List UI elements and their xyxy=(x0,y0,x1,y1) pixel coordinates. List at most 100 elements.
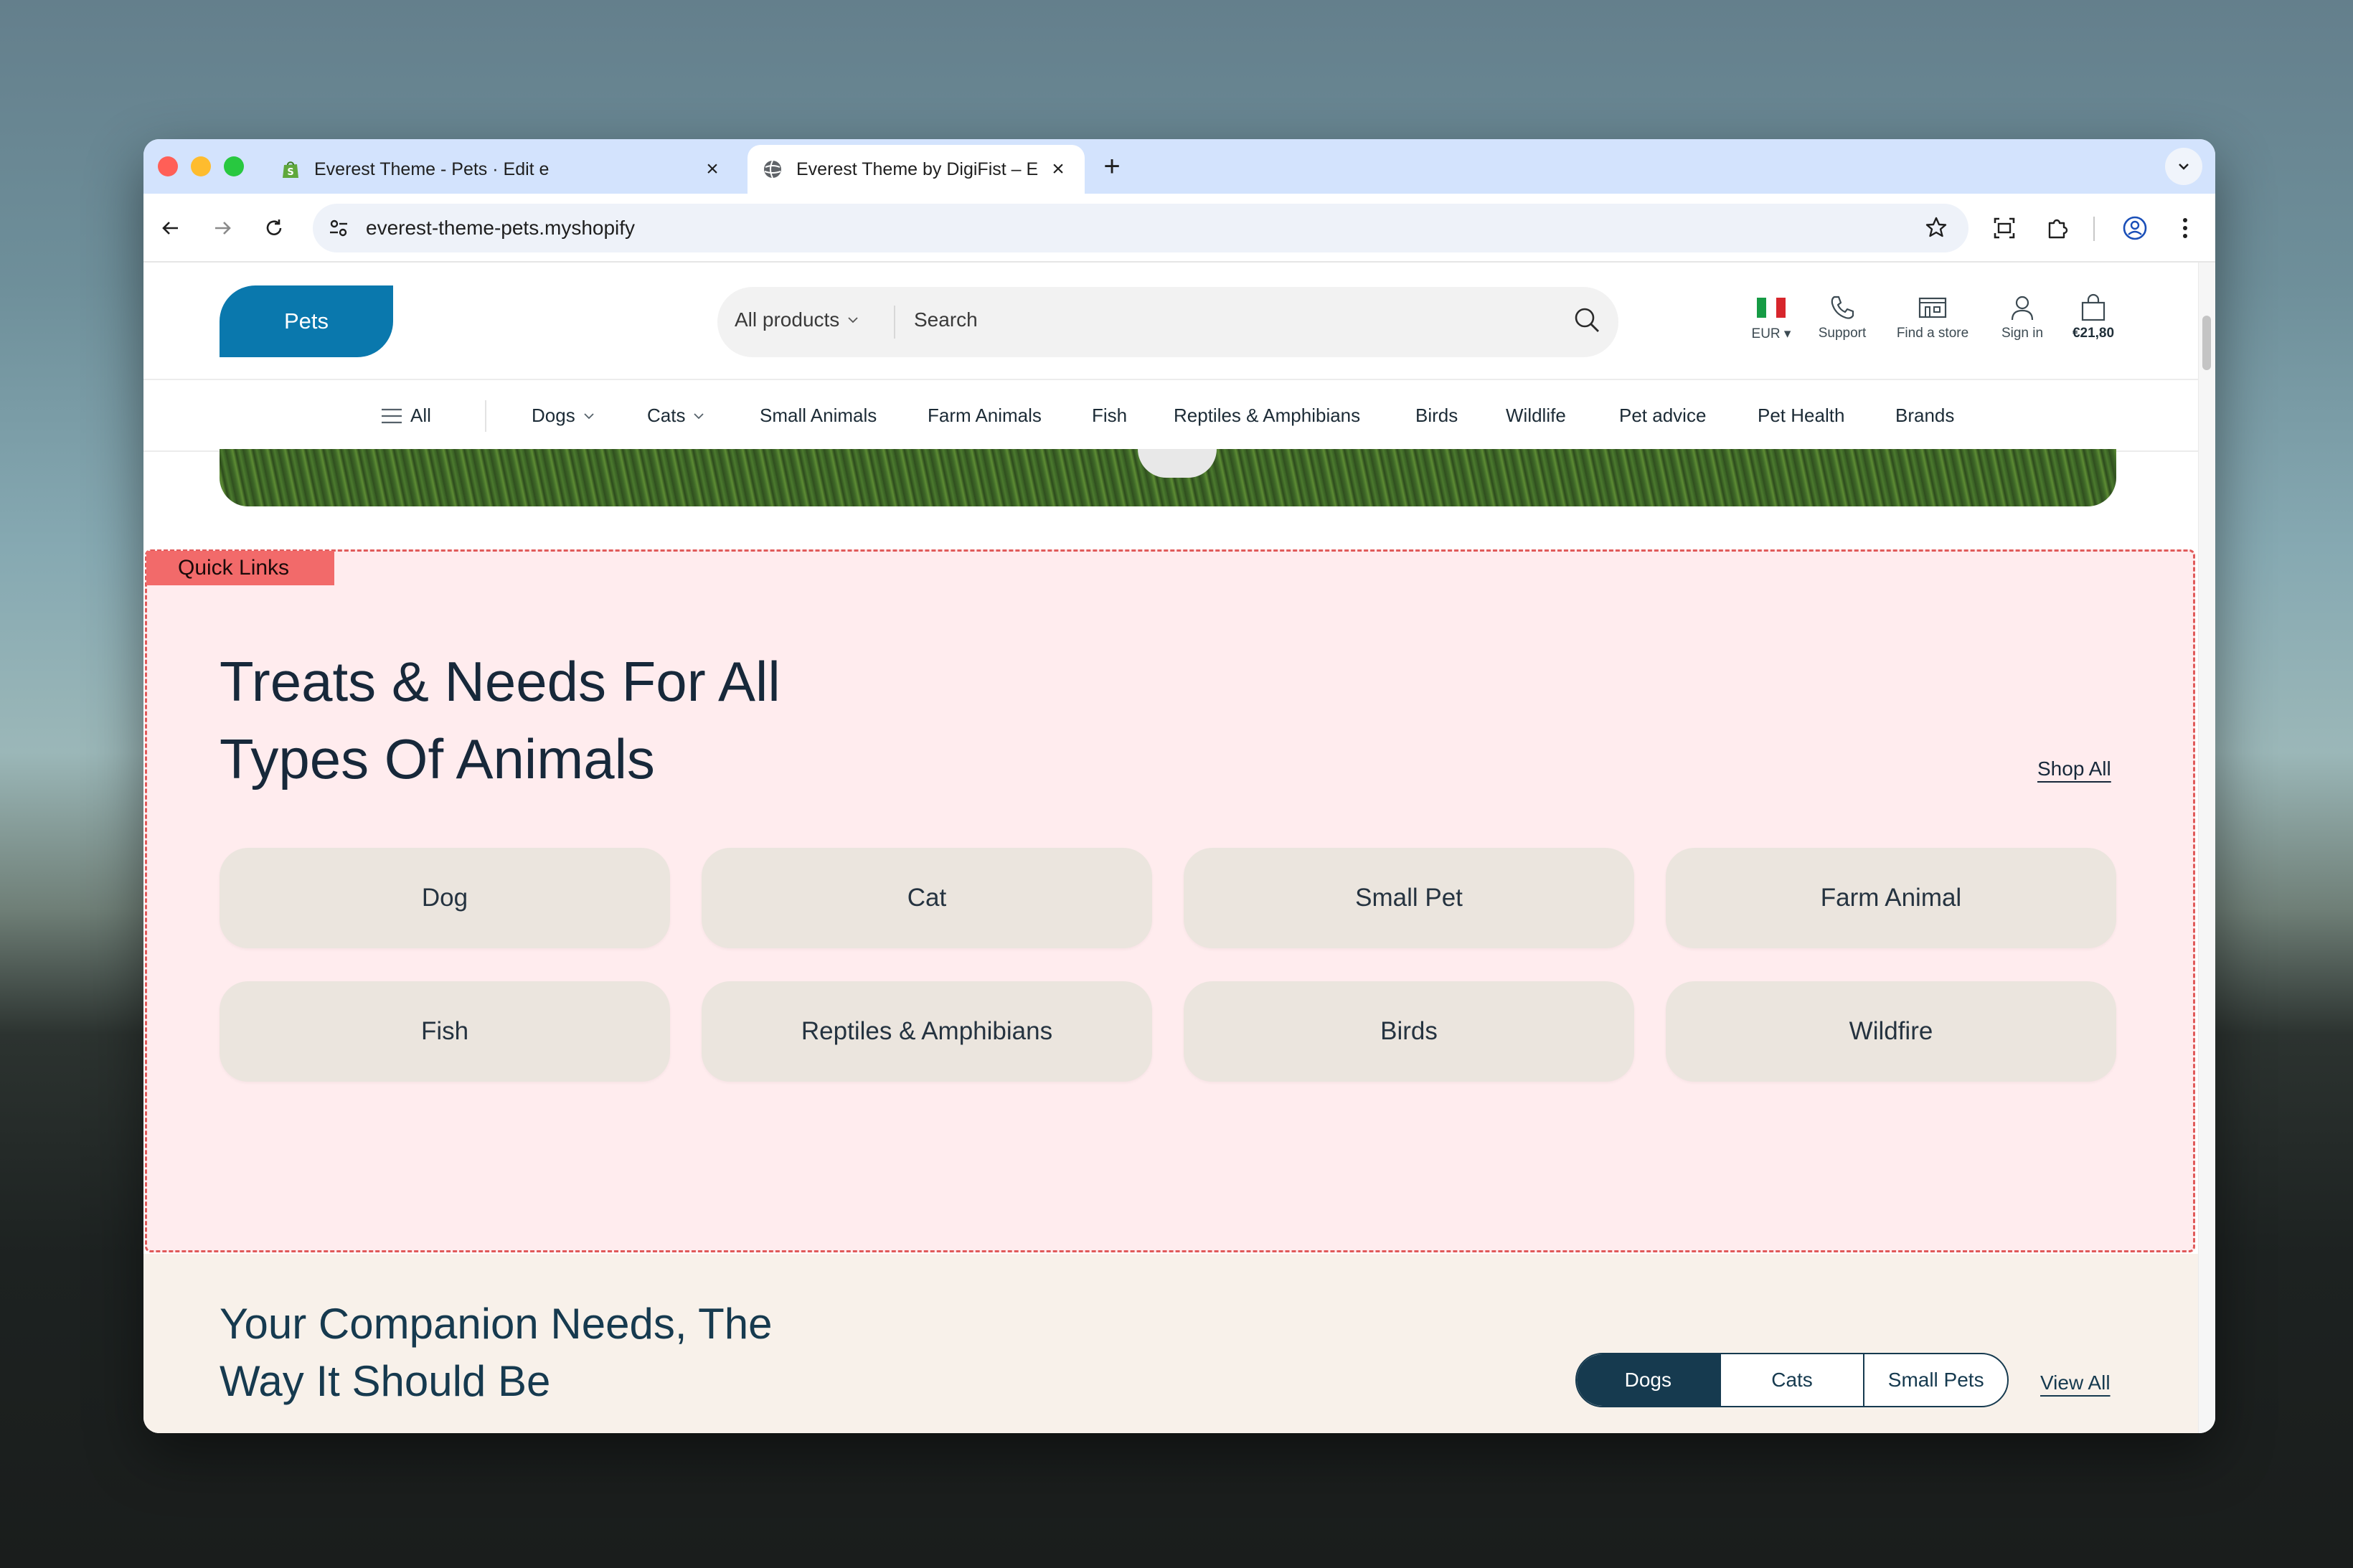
search-category-select[interactable]: All products xyxy=(735,308,859,331)
nav-item-wildlife[interactable]: Wildlife xyxy=(1506,405,1566,427)
find-store-label: Find a store xyxy=(1896,326,1969,341)
nav-all-menu[interactable]: All xyxy=(380,405,431,427)
bookmark-star-icon[interactable] xyxy=(1924,215,1948,240)
shopping-bag-icon xyxy=(2081,293,2106,321)
chevron-down-icon xyxy=(584,412,594,419)
cart-total: €21,80 xyxy=(2072,326,2115,341)
tab-cats[interactable]: Cats xyxy=(1721,1354,1865,1406)
store-icon xyxy=(1918,297,1947,318)
nav-item-small-animals[interactable]: Small Animals xyxy=(760,405,877,427)
extensions-button[interactable] xyxy=(2039,209,2076,247)
nav-item-dogs[interactable]: Dogs xyxy=(532,405,595,427)
chevron-down-icon xyxy=(848,317,858,323)
browser-toolbar: everest-theme-pets.myshopify xyxy=(143,194,2215,263)
quick-link-wildfire[interactable]: Wildfire xyxy=(1666,981,2116,1082)
tab-strip: S Everest Theme - Pets · Edit e × Everes… xyxy=(143,139,2215,194)
forward-button[interactable] xyxy=(204,209,241,247)
close-window-button[interactable] xyxy=(158,156,178,176)
search-icon[interactable] xyxy=(1571,304,1604,337)
companion-section-title: Your Companion Needs, The Way It Should … xyxy=(220,1295,937,1410)
currency-selector[interactable]: EUR ▾ xyxy=(1746,290,1796,342)
chevron-down-icon xyxy=(694,412,704,419)
title-line: Types Of Animals xyxy=(220,727,655,790)
more-vertical-icon xyxy=(2183,218,2187,238)
nav-divider xyxy=(485,400,486,432)
nav-item-brands[interactable]: Brands xyxy=(1895,405,1954,427)
screenshot-button[interactable] xyxy=(1986,209,2023,247)
search-divider xyxy=(894,306,895,339)
site-settings-icon[interactable] xyxy=(327,217,350,240)
search-input[interactable]: Search xyxy=(914,308,978,331)
nav-item-pet-advice[interactable]: Pet advice xyxy=(1619,405,1706,427)
minimize-window-button[interactable] xyxy=(191,156,211,176)
tab-title: Everest Theme by DigiFist – E xyxy=(796,159,1039,179)
quick-links-title: Treats & Needs For All Types Of Animals xyxy=(220,643,1080,798)
nav-item-birds[interactable]: Birds xyxy=(1415,405,1458,427)
new-tab-button[interactable]: + xyxy=(1098,152,1126,181)
shop-all-link[interactable]: Shop All xyxy=(2037,757,2111,780)
title-line: Way It Should Be xyxy=(220,1357,551,1405)
quick-link-fish[interactable]: Fish xyxy=(220,981,670,1082)
hero-banner-image xyxy=(220,449,2116,506)
nav-item-pet-health[interactable]: Pet Health xyxy=(1758,405,1844,427)
back-button[interactable] xyxy=(152,209,189,247)
sign-in-label: Sign in xyxy=(2001,326,2044,341)
tab-dogs[interactable]: Dogs xyxy=(1577,1354,1721,1406)
browser-menu-button[interactable] xyxy=(2166,209,2204,247)
find-store-link[interactable]: Find a store xyxy=(1888,290,1977,341)
title-line: Treats & Needs For All xyxy=(220,650,781,713)
store-header: Pets All products Search EUR ▾ Support F… xyxy=(143,263,2198,380)
nav-item-cats[interactable]: Cats xyxy=(647,405,705,427)
currency-label: EUR ▾ xyxy=(1751,326,1791,341)
quick-link-reptiles-amphibians[interactable]: Reptiles & Amphibians xyxy=(702,981,1152,1082)
italy-flag-icon xyxy=(1757,298,1786,318)
support-label: Support xyxy=(1818,326,1867,341)
browser-tab-everest-theme[interactable]: Everest Theme by DigiFist – E × xyxy=(748,145,1085,194)
quick-link-small-pet[interactable]: Small Pet xyxy=(1184,848,1634,948)
phone-icon xyxy=(1831,296,1854,319)
browser-window: S Everest Theme - Pets · Edit e × Everes… xyxy=(143,139,2215,1433)
tab-title: Everest Theme - Pets · Edit e xyxy=(314,159,550,179)
browser-tab-shopify-editor[interactable]: S Everest Theme - Pets · Edit e × xyxy=(265,145,739,194)
main-navigation: All Dogs Cats Small Animals Farm Animals… xyxy=(143,380,2198,452)
pet-category-tabs: Dogs Cats Small Pets xyxy=(1575,1353,2009,1407)
globe-icon xyxy=(764,160,781,179)
nav-item-label: Dogs xyxy=(532,405,575,426)
view-all-link[interactable]: View All xyxy=(2040,1371,2111,1394)
nav-item-farm-animals[interactable]: Farm Animals xyxy=(928,405,1042,427)
companion-products-section: Your Companion Needs, The Way It Should … xyxy=(143,1254,2198,1433)
support-link[interactable]: Support xyxy=(1808,290,1877,341)
quick-links-section-tag: Quick Links xyxy=(146,551,334,585)
nav-item-fish[interactable]: Fish xyxy=(1092,405,1127,427)
url-text: everest-theme-pets.myshopify xyxy=(366,217,636,239)
maximize-window-button[interactable] xyxy=(224,156,244,176)
user-icon xyxy=(2011,296,2034,321)
store-logo[interactable]: Pets xyxy=(220,285,393,357)
profile-icon xyxy=(2123,216,2147,240)
shopify-bag-icon: S xyxy=(283,161,298,178)
tab-small-pets[interactable]: Small Pets xyxy=(1864,1354,2007,1406)
hamburger-menu-icon xyxy=(382,408,402,423)
quick-link-birds[interactable]: Birds xyxy=(1184,981,1634,1082)
tab-search-button[interactable] xyxy=(2165,148,2202,185)
web-page: Pets All products Search EUR ▾ Support F… xyxy=(143,263,2215,1433)
address-bar[interactable]: everest-theme-pets.myshopify xyxy=(313,204,1968,252)
search-category-label: All products xyxy=(735,308,840,331)
page-scrollbar[interactable] xyxy=(2198,263,2215,1433)
close-tab-icon[interactable]: × xyxy=(1046,157,1070,181)
quick-link-dog[interactable]: Dog xyxy=(220,848,670,948)
sign-in-link[interactable]: Sign in xyxy=(1991,290,2053,341)
scrollbar-thumb[interactable] xyxy=(2202,316,2211,370)
nav-item-reptiles-amphibians[interactable]: Reptiles & Amphibians xyxy=(1174,405,1360,427)
reload-icon xyxy=(266,219,282,235)
quick-link-farm-animal[interactable]: Farm Animal xyxy=(1666,848,2116,948)
title-line: Your Companion Needs, The xyxy=(220,1300,773,1348)
reload-button[interactable] xyxy=(255,209,293,247)
close-tab-icon[interactable]: × xyxy=(700,157,725,181)
quick-link-cat[interactable]: Cat xyxy=(702,848,1152,948)
arrow-left-icon xyxy=(162,222,178,235)
profile-button[interactable] xyxy=(2116,209,2154,247)
hero-image-detail xyxy=(1138,449,1217,478)
screenshot-icon xyxy=(1994,217,2015,239)
cart-button[interactable]: €21,80 xyxy=(2065,290,2122,341)
